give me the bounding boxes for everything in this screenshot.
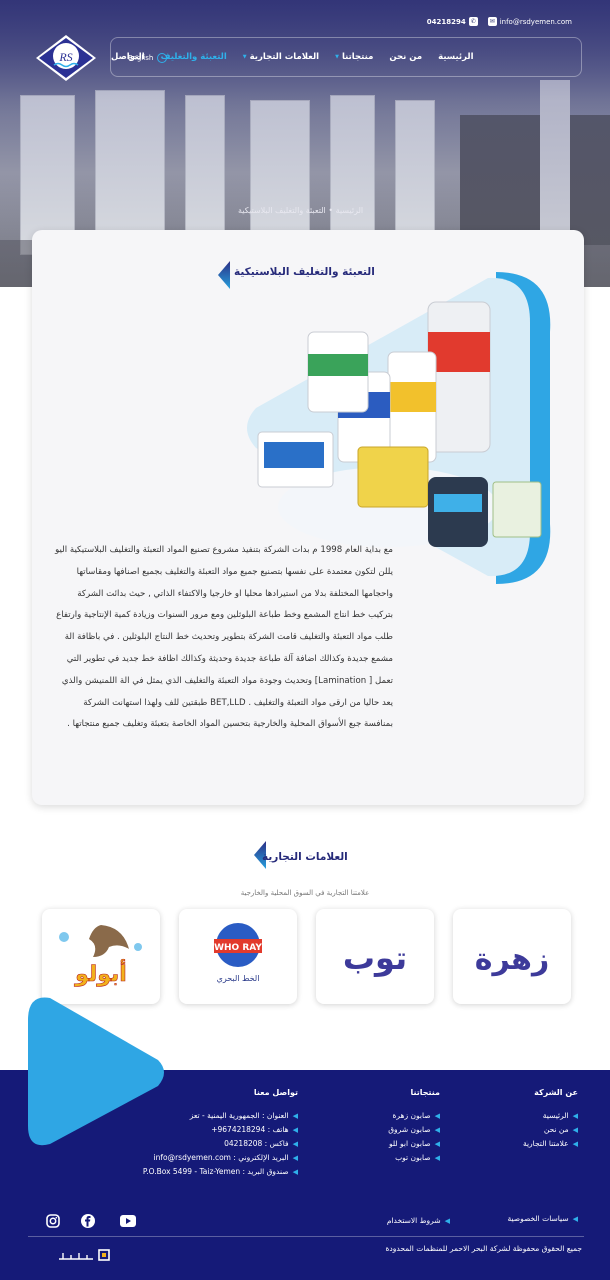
nav-home[interactable]: الرئيسية (438, 52, 473, 62)
footer-products-title: منتجاتنا (410, 1088, 440, 1097)
brand-logo-top: توب (343, 939, 407, 977)
eagle-icon (89, 924, 129, 957)
arrow-icon: ◀ (292, 1111, 298, 1120)
breadcrumb: الرئيسية • التعبئة والتغليف البلاستيكية (238, 206, 364, 215)
footer-divider (28, 1236, 584, 1237)
chevron-down-icon: ▼ (335, 54, 339, 60)
nav-packaging[interactable]: التعبئة والتغليف (161, 52, 227, 62)
arrow-icon: ◀ (434, 1125, 440, 1134)
arrow-icon: ◀ (572, 1125, 578, 1134)
footer-products: منتجاتنا ◀ صابون زهرة ◀ صابون شروق ◀ صابون … (388, 1088, 440, 1167)
arrow-icon: ◀ (572, 1111, 578, 1120)
brand-caption-whoray: الخط البحري (217, 974, 260, 983)
language-switch[interactable]: English (128, 53, 168, 63)
detergent-pack (357, 446, 429, 508)
film-roll-print (308, 354, 368, 376)
topbar: 04218294 ✆ ✉ info@rsdyemen.com (427, 17, 572, 26)
footer-link-product[interactable]: ◀ صابون توب (388, 1153, 440, 1162)
brand-card-zahra[interactable]: زهرة (453, 909, 571, 1004)
arrow-icon: ◀ (292, 1167, 298, 1176)
facebook-icon[interactable] (80, 1213, 96, 1229)
packaging-description: مع بداية العام 1998 م بدات الشركة بتنفيذ… (55, 545, 393, 730)
brand-card-whoray[interactable]: WHO RAY الخط البحري (179, 909, 297, 1004)
arrow-icon: ◀ (292, 1139, 298, 1148)
contact-phone[interactable]: ◀ هاتف : 9674218294+ (143, 1125, 298, 1134)
contact-email[interactable]: ◀ البريد الإلكتروني : info@rsdyemen.com (143, 1153, 298, 1162)
footer-contact-title: تواصل معنا (253, 1088, 298, 1097)
bubble-icon (134, 942, 142, 951)
film-roll (427, 301, 491, 453)
main-nav: الرئيسية من نحن منتجاتنا ▼ العلامات التجا… (110, 37, 582, 77)
terms-link[interactable]: ◀ شروط الاستخدام (387, 1216, 450, 1230)
instagram-icon[interactable] (45, 1213, 61, 1229)
arrow-icon: ◀ (572, 1214, 578, 1223)
nav-products[interactable]: منتجاتنا ▼ (335, 52, 373, 62)
arrow-icon: ◀ (292, 1153, 298, 1162)
copyright-text: جميع الحقوق محفوظة لشركة البحر الاحمر لل… (385, 1244, 583, 1253)
detergent-pack-print (264, 442, 324, 468)
footer-link-home[interactable]: ◀ الرئيسية (523, 1111, 578, 1120)
footer-link-product[interactable]: ◀ صابون شروق (388, 1125, 440, 1134)
brand-logo-zahra: زهرة (475, 942, 549, 977)
film-roll-print (428, 332, 490, 372)
arrow-icon: ◀ (434, 1139, 440, 1148)
film-roll-print (388, 382, 436, 412)
privacy-link[interactable]: ◀ سياسات الخصوصية (508, 1214, 578, 1228)
brands-subtitle: علامتنا التجارية في السوق المحلية والخار… (240, 889, 370, 897)
arrow-icon: ◀ (292, 1125, 298, 1134)
phone-icon: ✆ (468, 17, 478, 26)
brand-logo-apollo: أبولو (74, 958, 127, 987)
footer-link-about[interactable]: ◀ من نحن (523, 1125, 578, 1134)
brand-card-apollo[interactable]: أبولو (42, 909, 160, 1004)
globe-icon (157, 53, 168, 63)
contact-fax: ◀ فاكس : 04218208 (224, 1139, 298, 1148)
email-contact[interactable]: ✉ info@rsdyemen.com (487, 17, 572, 26)
brand-logo-whoray: WHO RAY (214, 943, 262, 953)
phone-contact[interactable]: 04218294 ✆ (427, 17, 478, 26)
arrow-icon: ◀ (444, 1216, 450, 1225)
mail-icon: ✉ (487, 17, 497, 26)
arrow-icon: ◀ (572, 1139, 578, 1148)
packaging-image (247, 272, 551, 584)
youtube-icon[interactable] (120, 1213, 136, 1229)
footer-link-product[interactable]: ◀ صابون زهرة (388, 1111, 440, 1120)
nav-about[interactable]: من نحن (389, 52, 422, 62)
logo-letters: RS (58, 50, 72, 64)
film-roll-print (434, 494, 482, 512)
nav-brands[interactable]: العلامات التجارية ▼ (243, 52, 319, 62)
developer-logo[interactable] (55, 1247, 115, 1265)
footer-contact: تواصل معنا ◀ العنوان : الجمهورية اليمنية … (143, 1088, 298, 1181)
footer-link-product[interactable]: ◀ صابون ابو للو (388, 1139, 440, 1148)
contact-pobox: ◀ صندوق البريد : P.O.Box 5499 - Taiz-Yeme… (142, 1167, 298, 1176)
brands-title: العلامات التجارية (262, 851, 348, 863)
arrow-icon: ◀ (434, 1111, 440, 1120)
contact-address: ◀ العنوان : الجمهورية اليمنية - تعز (189, 1111, 298, 1120)
footer-link-brands[interactable]: ◀ علامتنا التجارية (523, 1139, 578, 1148)
chevron-down-icon: ▼ (242, 54, 247, 60)
bubble-icon (59, 931, 69, 942)
footer-company: عن الشركة ◀ الرئيسية ◀ من نحن ◀ علامتنا الت… (523, 1088, 578, 1153)
brand-card-top[interactable]: توب (316, 909, 434, 1004)
company-logo[interactable]: RS (36, 35, 96, 81)
footer-company-title: عن الشركة (534, 1088, 578, 1097)
product-box (492, 481, 542, 538)
arrow-icon: ◀ (434, 1153, 440, 1162)
